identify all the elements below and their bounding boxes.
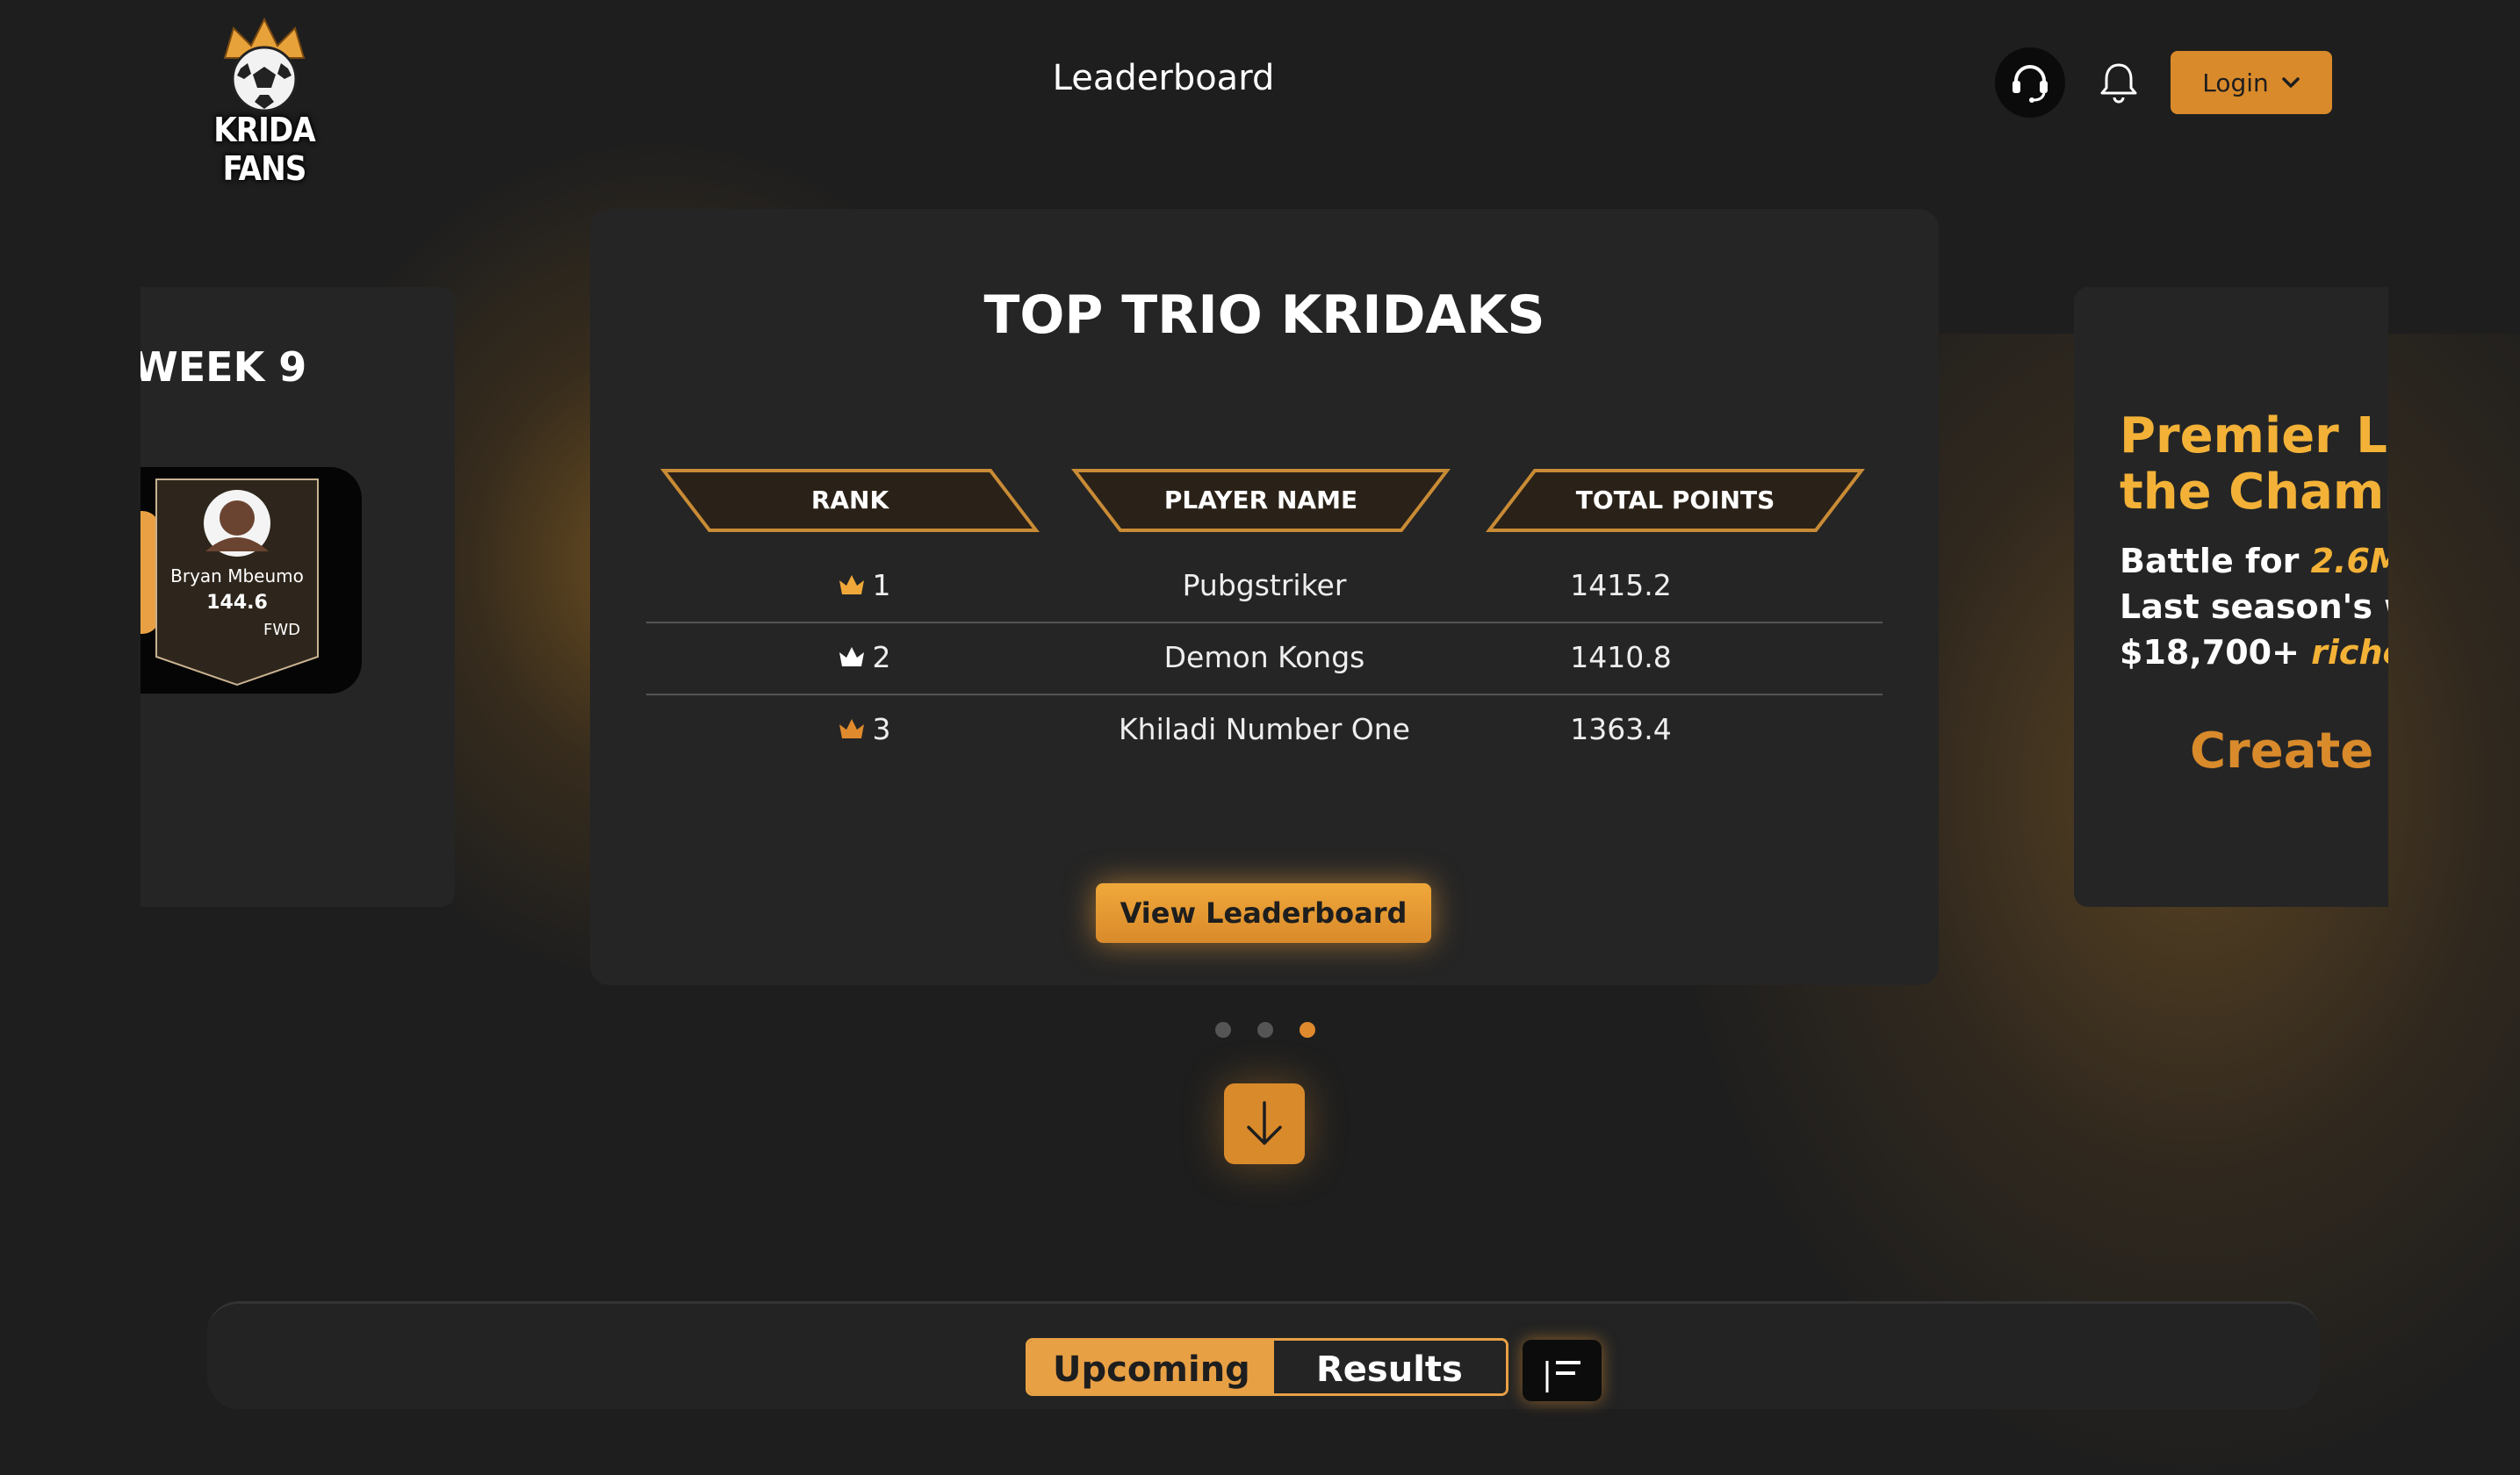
sort-list-icon xyxy=(1545,1361,1580,1392)
player-card[interactable]: Bryan Mbeumo 144.6 FWD xyxy=(140,467,362,694)
promo-richer-line: $18,700+ richer! xyxy=(2120,633,2388,672)
logo-text: KRIDA FANS xyxy=(213,111,315,188)
rank-cell: 1 xyxy=(759,550,969,622)
krida-fans-logo[interactable]: KRIDA FANS xyxy=(193,16,335,188)
promo-title: Premier Lea the Champi xyxy=(2120,408,2388,521)
table-row: 2 Demon Kongs 1410.8 xyxy=(646,622,1883,695)
promo-battle-amount: 2.6M $ xyxy=(2310,542,2388,580)
carousel-dot-2[interactable] xyxy=(1257,1022,1273,1038)
carousel-slide-promo[interactable]: Premier Lea the Champi Battle for 2.6M $… xyxy=(2074,287,2388,907)
promo-richer-amount: $18,700+ xyxy=(2120,633,2312,672)
scroll-down-button[interactable] xyxy=(1224,1083,1305,1164)
column-header-total-points-label: TOTAL POINTS xyxy=(1575,486,1775,514)
player-name-cell: Khiladi Number One xyxy=(1119,712,1410,746)
match-tabs: Upcoming Results xyxy=(1026,1338,1508,1396)
promo-battle-prefix: Battle for xyxy=(2120,542,2311,580)
promo-title-line-1: Premier Lea xyxy=(2120,407,2388,464)
rank-value: 1 xyxy=(872,568,891,602)
player-points: 144.6 xyxy=(206,592,268,614)
rank-cell: 3 xyxy=(759,694,969,766)
tab-results[interactable]: Results xyxy=(1274,1341,1506,1393)
page-title: Leaderboard xyxy=(1052,58,1275,98)
column-header-player-name-label: PLAYER NAME xyxy=(1163,486,1358,514)
support-button[interactable] xyxy=(1995,47,2065,118)
carousel-dot-3[interactable] xyxy=(1300,1022,1315,1038)
bell-icon xyxy=(2100,63,2137,104)
carousel-slide-week[interactable]: WEEK 9 Bryan Mbeumo 144.6 FWD xyxy=(140,287,455,907)
crown-ball-icon xyxy=(223,17,306,112)
week-title: WEEK 9 xyxy=(140,343,307,391)
table-row: 1 Pubgstriker 1415.2 xyxy=(646,550,1883,623)
rank-cell: 2 xyxy=(759,622,969,694)
table-row: 3 Khiladi Number One 1363.4 xyxy=(646,694,1883,766)
arrow-down-icon xyxy=(1247,1101,1282,1145)
card-title: TOP TRIO KRIDAKS xyxy=(983,284,1545,346)
rank-value: 2 xyxy=(872,640,891,674)
promo-richer-word: richer! xyxy=(2311,633,2388,672)
column-header-rank: RANK xyxy=(660,467,1040,534)
crown-icon xyxy=(839,574,864,594)
player-position: FWD xyxy=(263,621,301,639)
points-cell: 1410.8 xyxy=(1570,640,1672,674)
rank-value: 3 xyxy=(872,712,891,746)
create-team-link[interactable]: Create T xyxy=(2190,723,2388,780)
sort-filter-button[interactable] xyxy=(1523,1340,1602,1401)
points-cell: 1415.2 xyxy=(1570,568,1672,602)
promo-last-season: Last season's wi xyxy=(2120,587,2388,626)
view-leaderboard-button[interactable]: View Leaderboard xyxy=(1096,883,1431,943)
login-label: Login xyxy=(2202,68,2269,97)
column-header-player-name: PLAYER NAME xyxy=(1071,467,1451,534)
crown-icon xyxy=(839,718,864,738)
login-button[interactable]: Login xyxy=(2171,51,2332,114)
promo-battle-line: Battle for 2.6M $ xyxy=(2120,542,2388,580)
points-cell: 1363.4 xyxy=(1570,712,1672,746)
notification-button[interactable] xyxy=(2097,60,2141,105)
headset-icon xyxy=(2012,65,2048,103)
tab-upcoming[interactable]: Upcoming xyxy=(1028,1341,1274,1393)
player-name-cell: Pubgstriker xyxy=(1182,568,1347,602)
promo-title-line-2: the Champi xyxy=(2120,464,2388,521)
player-name-cell: Demon Kongs xyxy=(1163,640,1365,674)
player-name: Bryan Mbeumo xyxy=(170,565,304,586)
chevron-down-icon xyxy=(2282,77,2300,88)
crown-icon xyxy=(839,646,864,666)
top-trio-card: TOP TRIO KRIDAKS RANK PLAYER NAME TOTAL … xyxy=(590,209,1939,985)
carousel-dot-1[interactable] xyxy=(1215,1022,1231,1038)
column-header-rank-label: RANK xyxy=(810,486,889,514)
column-header-total-points: TOTAL POINTS xyxy=(1486,467,1865,534)
